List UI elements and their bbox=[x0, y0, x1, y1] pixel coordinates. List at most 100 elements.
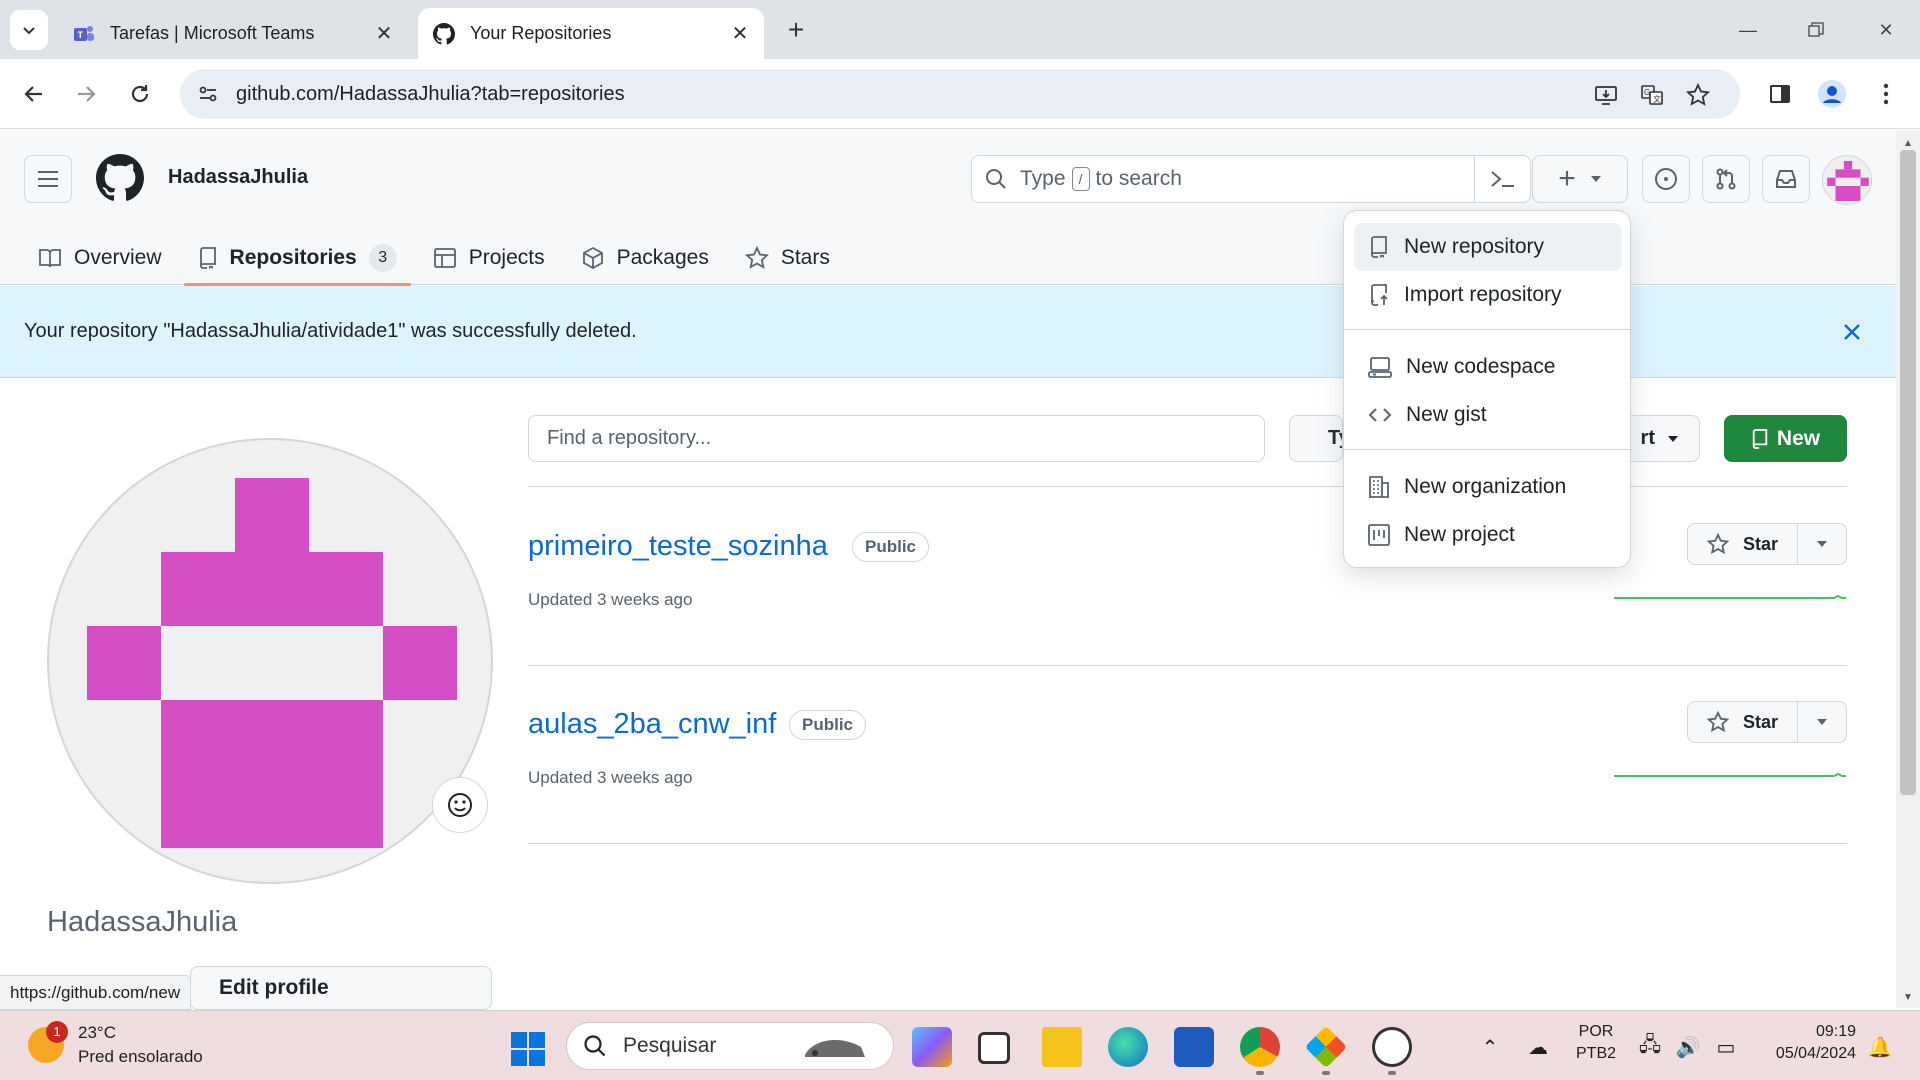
close-icon[interactable]: ✕ bbox=[370, 20, 398, 48]
menu-item-import-repository[interactable]: Import repository bbox=[1354, 271, 1622, 319]
pull-requests-button[interactable] bbox=[1702, 155, 1750, 203]
star-button[interactable]: Star bbox=[1688, 702, 1798, 742]
create-new-menu: New repository Import repository New cod… bbox=[1343, 210, 1632, 568]
site-info-icon[interactable] bbox=[188, 74, 228, 114]
edit-profile-button[interactable]: Edit profile bbox=[190, 966, 492, 1010]
tab-teams[interactable]: T Tarefas | Microsoft Teams ✕ bbox=[58, 8, 408, 59]
menu-item-new-organization[interactable]: New organization bbox=[1354, 463, 1622, 511]
notification-bell-icon[interactable]: 🔔 bbox=[1866, 1033, 1894, 1061]
repo-link[interactable]: primeiro_teste_sozinha bbox=[528, 530, 828, 563]
triangle-down-icon bbox=[1817, 541, 1827, 547]
type-filter-label: Typ bbox=[1328, 427, 1342, 449]
onedrive-icon[interactable]: ☁ bbox=[1524, 1033, 1552, 1061]
new-tab-button[interactable]: + bbox=[780, 14, 812, 46]
windows-taskbar: 1 23°C Pred ensolarado Pesquisar ⌃ ☁ POR… bbox=[0, 1010, 1920, 1080]
search-placeholder: Type / to search bbox=[1020, 167, 1182, 191]
start-button[interactable] bbox=[510, 1031, 546, 1067]
tab-stars[interactable]: Stars bbox=[731, 230, 844, 285]
header-username[interactable]: HadassaJhulia bbox=[168, 166, 308, 189]
install-app-icon[interactable] bbox=[1590, 79, 1622, 111]
weather-description: Pred ensolarado bbox=[78, 1047, 203, 1066]
star-button-group: Star bbox=[1687, 701, 1847, 743]
reload-button[interactable] bbox=[120, 74, 160, 114]
github-logo-icon[interactable] bbox=[96, 154, 144, 202]
star-button[interactable]: Star bbox=[1688, 524, 1798, 564]
issues-button[interactable] bbox=[1642, 155, 1690, 203]
search-placeholder-prefix: Type bbox=[1020, 167, 1066, 190]
keyboard-layout: PTB2 bbox=[1576, 1045, 1617, 1062]
side-panel-button[interactable] bbox=[1760, 74, 1800, 114]
tab-packages[interactable]: Packages bbox=[567, 230, 723, 285]
input-language[interactable]: POR PTB2 bbox=[1576, 1021, 1616, 1065]
show-hidden-icons-chevron-icon[interactable]: ⌃ bbox=[1476, 1033, 1504, 1061]
weather-sun-icon: 1 bbox=[28, 1021, 68, 1063]
menu-item-new-repository[interactable]: New repository bbox=[1354, 223, 1622, 271]
back-button[interactable] bbox=[14, 74, 54, 114]
user-avatar[interactable] bbox=[1822, 155, 1872, 205]
tab-search-button[interactable] bbox=[10, 10, 48, 50]
menu-divider bbox=[1344, 449, 1632, 450]
menu-button[interactable] bbox=[1866, 74, 1906, 114]
menu-item-new-project[interactable]: New project bbox=[1354, 511, 1622, 559]
close-window-button[interactable]: ✕ bbox=[1866, 12, 1906, 48]
clock[interactable]: 09:19 05/04/2024 bbox=[1756, 1021, 1856, 1065]
microsoft-store-icon[interactable] bbox=[1174, 1027, 1214, 1067]
profile-icon bbox=[1818, 80, 1846, 108]
set-status-button[interactable] bbox=[432, 777, 488, 833]
repo-icon bbox=[1371, 236, 1387, 258]
star-list-dropdown[interactable] bbox=[1798, 524, 1846, 564]
profile-button[interactable] bbox=[1812, 74, 1852, 114]
tab-projects[interactable]: Projects bbox=[419, 230, 559, 285]
menu-item-label: New organization bbox=[1404, 475, 1567, 498]
identicon-image bbox=[87, 478, 457, 848]
tab-github[interactable]: Your Repositories ✕ bbox=[418, 8, 764, 59]
type-filter-button[interactable]: Typ bbox=[1289, 415, 1343, 462]
battery-icon[interactable]: ▭ bbox=[1712, 1033, 1740, 1061]
weather-widget[interactable]: 1 23°C Pred ensolarado bbox=[28, 1021, 203, 1069]
app-window-icon[interactable] bbox=[978, 1032, 1010, 1064]
edge-browser-icon[interactable] bbox=[1108, 1027, 1148, 1067]
inbox-icon bbox=[1776, 170, 1796, 188]
dismiss-flash-button[interactable] bbox=[1838, 318, 1866, 346]
taskbar-search[interactable]: Pesquisar bbox=[566, 1022, 894, 1070]
network-icon[interactable]: 🖧 bbox=[1636, 1033, 1664, 1061]
open-menu-button[interactable] bbox=[24, 155, 72, 203]
find-repository-input[interactable]: Find a repository... bbox=[528, 415, 1265, 462]
star-list-dropdown[interactable] bbox=[1798, 702, 1846, 742]
volume-icon[interactable]: 🔊 bbox=[1674, 1033, 1702, 1061]
repo-link[interactable]: aulas_2ba_cnw_inf bbox=[528, 708, 776, 741]
global-search-input[interactable]: Type / to search bbox=[971, 155, 1531, 203]
inbox-button[interactable] bbox=[1762, 155, 1810, 203]
tab-overview[interactable]: Overview bbox=[24, 230, 176, 285]
app-diamond-icon[interactable] bbox=[1304, 1025, 1348, 1069]
translate-icon[interactable]: G文 bbox=[1636, 79, 1668, 111]
profile-avatar[interactable] bbox=[47, 438, 493, 884]
restore-button[interactable] bbox=[1796, 12, 1836, 48]
new-repository-button[interactable]: New bbox=[1724, 415, 1847, 462]
scrollbar-thumb[interactable] bbox=[1900, 150, 1916, 795]
organization-icon bbox=[1369, 476, 1389, 498]
file-explorer-icon[interactable] bbox=[1042, 1027, 1082, 1067]
menu-item-new-gist[interactable]: New gist bbox=[1354, 391, 1622, 439]
address-bar[interactable]: github.com/HadassaJhulia?tab=repositorie… bbox=[180, 69, 1740, 119]
chrome-browser-icon[interactable] bbox=[1240, 1027, 1280, 1067]
tab-label: Overview bbox=[74, 245, 162, 269]
menu-item-new-codespace[interactable]: New codespace bbox=[1354, 343, 1622, 391]
flash-message: Your repository "HadassaJhulia/atividade… bbox=[24, 320, 637, 342]
link-status-bubble: https://github.com/new bbox=[0, 975, 192, 1010]
plus-icon: + bbox=[787, 14, 805, 45]
terminal-icon bbox=[1490, 171, 1514, 187]
command-palette-button[interactable] bbox=[1474, 156, 1530, 202]
minimize-button[interactable]: — bbox=[1728, 12, 1768, 48]
windows-logo-icon bbox=[511, 1032, 545, 1066]
close-icon[interactable]: ✕ bbox=[726, 20, 754, 48]
tab-repositories[interactable]: Repositories 3 bbox=[183, 230, 411, 286]
copilot-app-icon[interactable] bbox=[912, 1027, 952, 1067]
forward-button[interactable] bbox=[66, 74, 106, 114]
browser-toolbar: github.com/HadassaJhulia?tab=repositorie… bbox=[0, 59, 1920, 129]
create-new-button[interactable]: + bbox=[1532, 155, 1628, 203]
sort-label: rt bbox=[1640, 427, 1655, 449]
eye-app-icon[interactable] bbox=[1372, 1027, 1412, 1067]
bookmark-star-icon[interactable] bbox=[1682, 79, 1714, 111]
scroll-down-arrow-icon[interactable]: ▼ bbox=[1896, 988, 1920, 1006]
